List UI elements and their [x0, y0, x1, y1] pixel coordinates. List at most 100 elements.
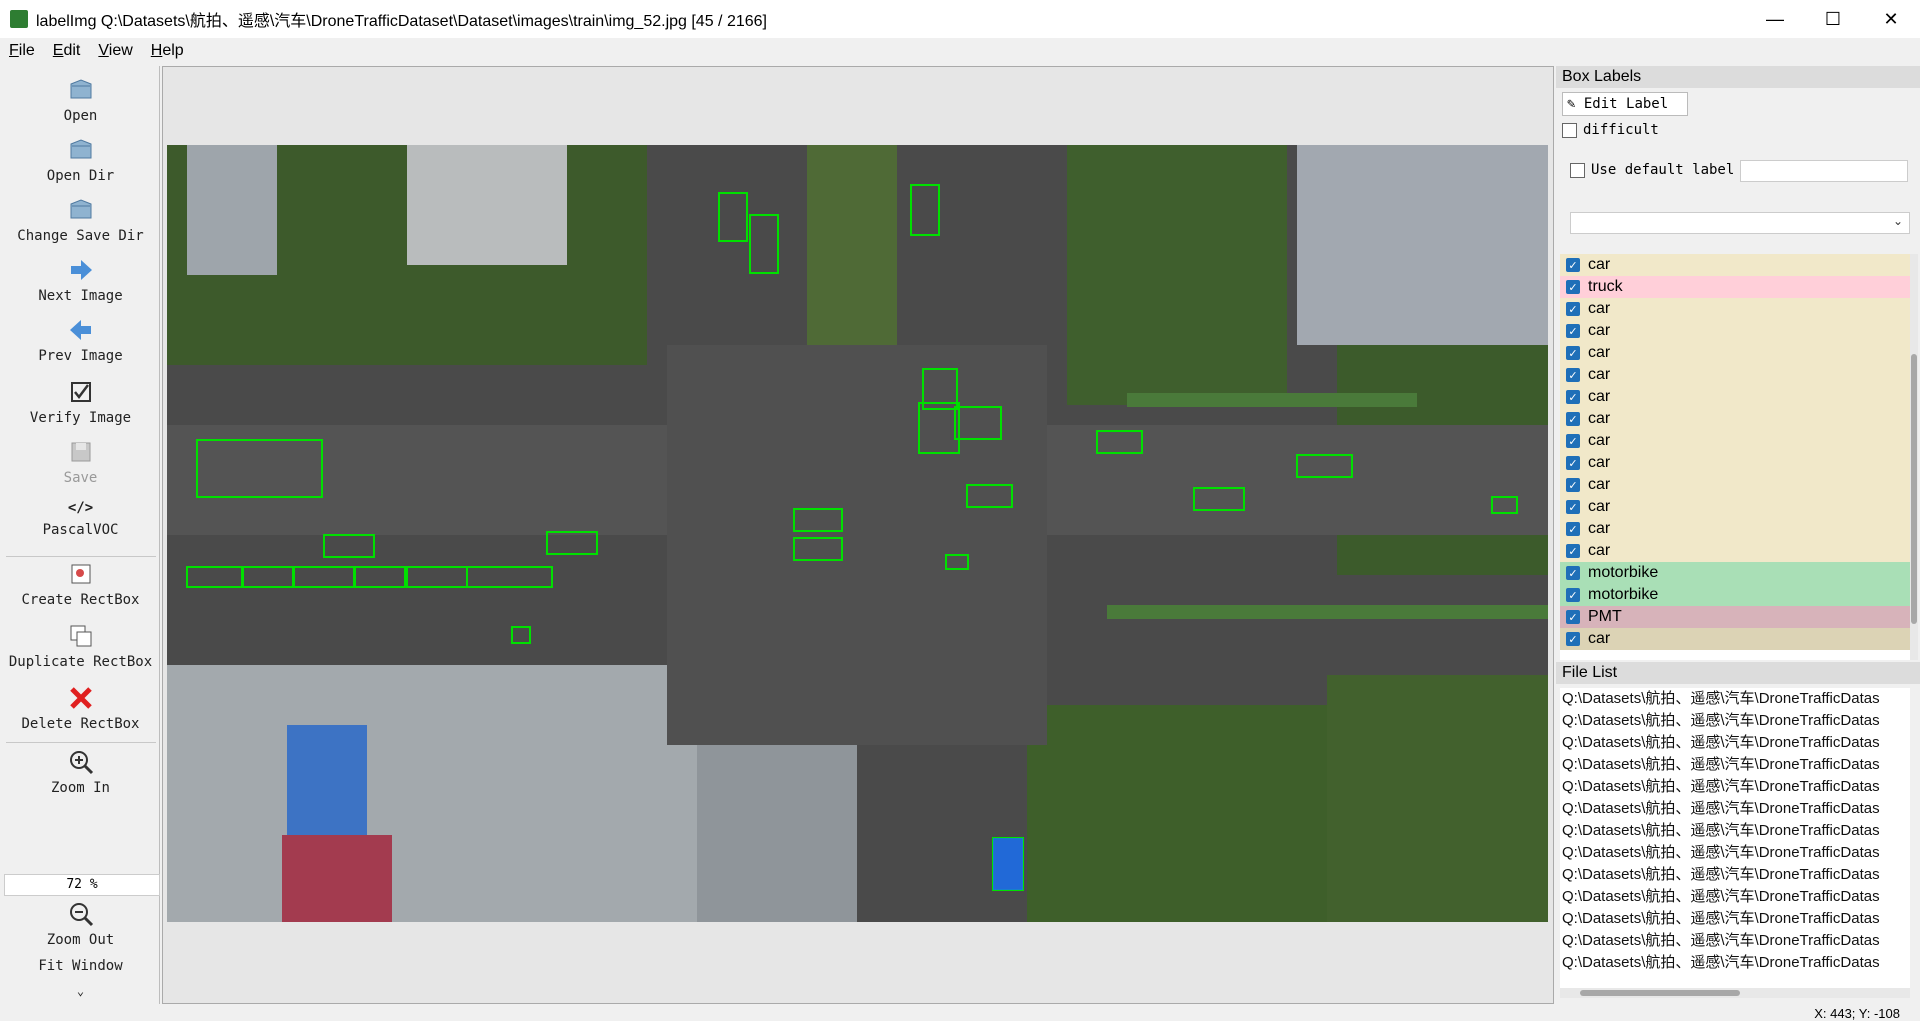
difficult-checkbox[interactable]: difficult — [1562, 122, 1659, 138]
file-list[interactable]: Q:\Datasets\航拍、遥感\汽车\DroneTrafficDatas Q:… — [1560, 688, 1910, 988]
label-list-item[interactable]: ✓ PMT — [1560, 606, 1910, 628]
checkbox-icon[interactable]: ✓ — [1566, 302, 1580, 316]
checkbox-icon[interactable]: ✓ — [1566, 610, 1580, 624]
scrollbar-thumb[interactable] — [1580, 990, 1740, 996]
save-button[interactable]: Save — [2, 438, 159, 486]
code-icon: </> — [67, 500, 94, 516]
verify-image-button[interactable]: Verify Image — [2, 378, 159, 426]
menu-file[interactable]: File — [0, 42, 44, 60]
label-list[interactable]: ✓ car ✓ truck ✓ car ✓ car ✓ car ✓ car ✓ car ✓ car ✓ car ✓ c… — [1560, 254, 1910, 660]
label-list-item[interactable]: ✓ car — [1560, 518, 1910, 540]
label-list-item[interactable]: ✓ car — [1560, 298, 1910, 320]
label-list-item[interactable]: ✓ car — [1560, 628, 1910, 650]
canvas-area[interactable] — [162, 66, 1554, 1004]
minimize-button[interactable]: — — [1746, 0, 1804, 38]
checkbox-icon[interactable]: ✓ — [1566, 258, 1580, 272]
close-button[interactable]: ✕ — [1862, 0, 1920, 38]
change-save-dir-button[interactable]: Change Save Dir — [2, 196, 159, 244]
label-list-item[interactable]: ✓ car — [1560, 408, 1910, 430]
menu-view[interactable]: View — [89, 42, 141, 60]
label-list-item[interactable]: ✓ car — [1560, 364, 1910, 386]
open-dir-button[interactable]: Open Dir — [2, 136, 159, 184]
zoom-in-button[interactable]: Zoom In — [2, 748, 159, 796]
checkbox-icon[interactable]: ✓ — [1566, 456, 1580, 470]
label-list-item[interactable]: ✓ truck — [1560, 276, 1910, 298]
file-list-item[interactable]: Q:\Datasets\航拍、遥感\汽车\DroneTrafficDatas — [1560, 732, 1910, 754]
label-text: car — [1588, 498, 1611, 515]
prev-image-button[interactable]: Prev Image — [2, 316, 159, 364]
create-rectbox-label: Create RectBox — [21, 592, 140, 608]
label-list-item[interactable]: ✓ car — [1560, 540, 1910, 562]
checkbox-icon[interactable]: ✓ — [1566, 566, 1580, 580]
label-list-item[interactable]: ✓ car — [1560, 452, 1910, 474]
format-button[interactable]: </> PascalVOC — [2, 500, 159, 538]
file-list-item[interactable]: Q:\Datasets\航拍、遥感\汽车\DroneTrafficDatas — [1560, 886, 1910, 908]
zoom-out-button[interactable]: Zoom Out — [2, 900, 159, 948]
checkbox-icon[interactable]: ✓ — [1566, 544, 1580, 558]
file-list-item[interactable]: Q:\Datasets\航拍、遥感\汽车\DroneTrafficDatas — [1560, 908, 1910, 930]
create-rectbox-button[interactable]: Create RectBox — [2, 560, 159, 608]
label-list-item[interactable]: ✓ car — [1560, 496, 1910, 518]
checkbox-icon[interactable]: ✓ — [1566, 368, 1580, 382]
zoom-level-field[interactable]: 72 % — [4, 874, 160, 896]
next-image-button[interactable]: Next Image — [2, 256, 159, 304]
duplicate-rectbox-button[interactable]: Duplicate RectBox — [2, 622, 159, 670]
delete-rectbox-button[interactable]: Delete RectBox — [2, 684, 159, 732]
file-list-item[interactable]: Q:\Datasets\航拍、遥感\汽车\DroneTrafficDatas — [1560, 952, 1910, 974]
file-list-item[interactable]: Q:\Datasets\航拍、遥感\汽车\DroneTrafficDatas — [1560, 754, 1910, 776]
folder-icon — [70, 199, 91, 219]
zoom-in-icon — [69, 751, 93, 775]
label-text: motorbike — [1588, 564, 1659, 581]
checkbox-icon[interactable]: ✓ — [1566, 500, 1580, 514]
file-list-item[interactable]: Q:\Datasets\航拍、遥感\汽车\DroneTrafficDatas — [1560, 842, 1910, 864]
edit-label-button[interactable]: ✎ Edit Label — [1562, 92, 1688, 116]
open-dir-label: Open Dir — [46, 168, 115, 184]
checkbox-icon[interactable]: ✓ — [1566, 478, 1580, 492]
checkbox-icon[interactable]: ✓ — [1566, 280, 1580, 294]
label-list-scrollbar[interactable] — [1910, 254, 1918, 660]
file-list-scrollbar[interactable] — [1560, 988, 1910, 998]
maximize-button[interactable]: ☐ — [1804, 0, 1862, 38]
checkbox-icon[interactable]: ✓ — [1566, 324, 1580, 338]
file-list-item[interactable]: Q:\Datasets\航拍、遥感\汽车\DroneTrafficDatas — [1560, 776, 1910, 798]
checkbox-icon[interactable]: ✓ — [1566, 412, 1580, 426]
label-list-item[interactable]: ✓ motorbike — [1560, 562, 1910, 584]
open-button[interactable]: Open — [2, 76, 159, 124]
zoom-out-label: Zoom Out — [46, 932, 115, 948]
checkbox-icon[interactable]: ✓ — [1566, 434, 1580, 448]
delete-icon — [69, 687, 92, 709]
cursor-coordinates: X: 443; Y: -108 — [1814, 1006, 1900, 1021]
checkbox-icon[interactable]: ✓ — [1566, 390, 1580, 404]
label-combobox[interactable]: ⌄ — [1570, 212, 1910, 234]
menu-bar: File Edit View Help — [0, 38, 1920, 64]
file-list-item[interactable]: Q:\Datasets\航拍、遥感\汽车\DroneTrafficDatas — [1560, 688, 1910, 710]
file-list-item[interactable]: Q:\Datasets\航拍、遥感\汽车\DroneTrafficDatas — [1560, 820, 1910, 842]
file-list-item[interactable]: Q:\Datasets\航拍、遥感\汽车\DroneTrafficDatas — [1560, 930, 1910, 952]
checkbox-icon[interactable]: ✓ — [1566, 588, 1580, 602]
menu-edit[interactable]: Edit — [44, 42, 90, 60]
label-list-item[interactable]: ✓ car — [1560, 320, 1910, 342]
open-label: Open — [63, 108, 98, 124]
label-list-item[interactable]: ✓ car — [1560, 430, 1910, 452]
checkbox-icon[interactable]: ✓ — [1566, 346, 1580, 360]
status-bar: X: 443; Y: -108 — [0, 1004, 1920, 1021]
file-list-item[interactable]: Q:\Datasets\航拍、遥感\汽车\DroneTrafficDatas — [1560, 864, 1910, 886]
label-list-item[interactable]: ✓ car — [1560, 254, 1910, 276]
use-default-label-text: Use default label — [1591, 162, 1735, 178]
duplicate-rectbox-label: Duplicate RectBox — [8, 654, 153, 670]
scrollbar-thumb[interactable] — [1911, 354, 1917, 624]
more-tools-chevron-icon[interactable]: ⌄ — [2, 984, 159, 998]
checkbox-icon[interactable]: ✓ — [1566, 522, 1580, 536]
label-list-item[interactable]: ✓ car — [1560, 386, 1910, 408]
file-list-item[interactable]: Q:\Datasets\航拍、遥感\汽车\DroneTrafficDatas — [1560, 798, 1910, 820]
default-label-input[interactable] — [1740, 160, 1908, 182]
checkbox-icon[interactable]: ✓ — [1566, 632, 1580, 646]
label-list-item[interactable]: ✓ car — [1560, 474, 1910, 496]
annotated-image[interactable] — [167, 145, 1548, 922]
menu-help[interactable]: Help — [142, 42, 193, 60]
checkbox-icon — [1562, 122, 1577, 138]
label-list-item[interactable]: ✓ motorbike — [1560, 584, 1910, 606]
use-default-label-checkbox[interactable]: Use default label — [1570, 162, 1734, 178]
label-list-item[interactable]: ✓ car — [1560, 342, 1910, 364]
file-list-item[interactable]: Q:\Datasets\航拍、遥感\汽车\DroneTrafficDatas — [1560, 710, 1910, 732]
